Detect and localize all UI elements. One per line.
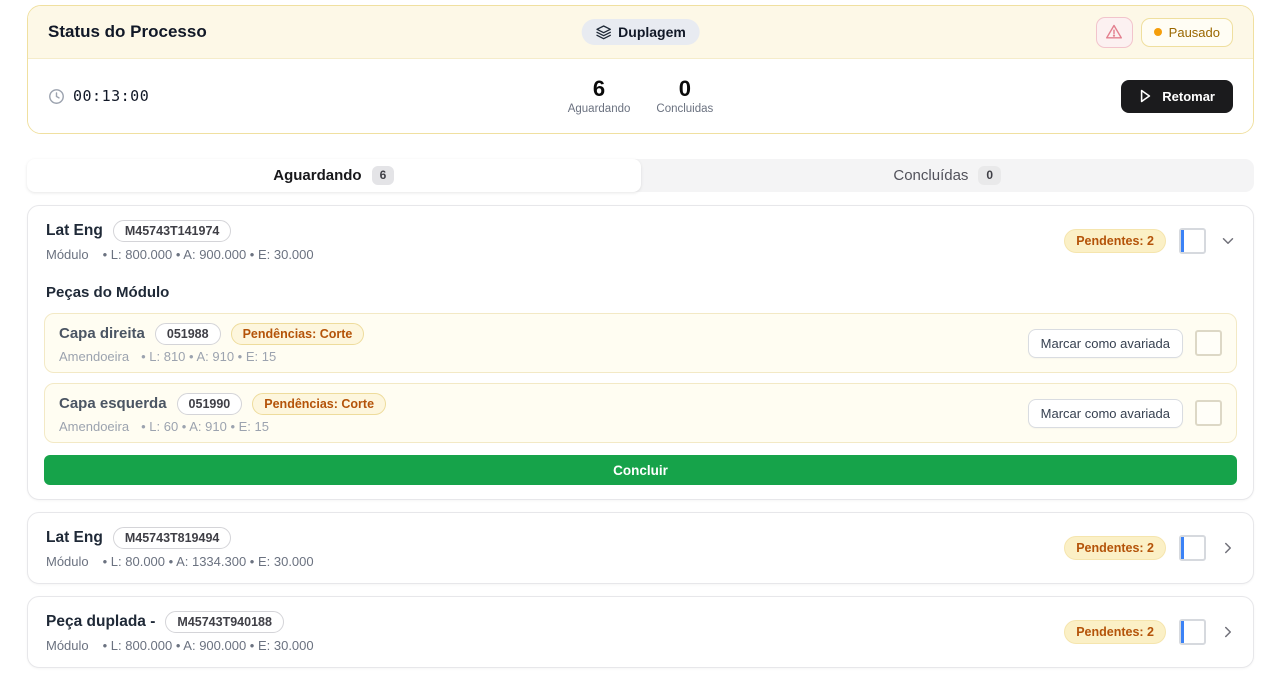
paused-dot-icon [1154, 28, 1162, 36]
module-dims: • L: 800.000 • A: 900.000 • E: 30.000 [103, 638, 314, 653]
piece-id-badge: 051990 [177, 393, 243, 415]
piece-title: Capa direita [59, 325, 145, 342]
tab-aguardando-label: Aguardando [273, 167, 361, 184]
module-type: Módulo [46, 554, 89, 569]
play-icon [1139, 89, 1152, 103]
piece-info: Capa esquerda 051990 Pendências: Corte A… [59, 393, 386, 434]
module-type: Módulo [46, 638, 89, 653]
module-info: Peça duplada - M45743T940188 Módulo • L:… [44, 611, 314, 653]
module-id-badge: M45743T940188 [165, 611, 284, 633]
module-controls: Pendentes: 2 [1064, 619, 1237, 645]
piece-pendencias-badge: Pendências: Corte [231, 323, 365, 345]
pieces-section-title: Peças do Módulo [46, 284, 1237, 301]
stat-concluidas: 0 Concluidas [656, 77, 713, 115]
focus-caret [1181, 537, 1184, 559]
process-timer: 00:13:00 [48, 87, 149, 105]
module-info: Lat Eng M45743T141974 Módulo • L: 800.00… [44, 220, 314, 262]
piece-dimensions: Amendoeira • L: 810 • A: 910 • E: 15 [59, 349, 364, 364]
mark-damaged-button[interactable]: Marcar como avariada [1028, 399, 1183, 428]
tabstrip: Aguardando 6 Concluídas 0 [27, 159, 1254, 192]
piece-title: Capa esquerda [59, 395, 167, 412]
timer-value: 00:13:00 [73, 87, 149, 105]
module-card[interactable]: Lat Eng M45743T819494 Módulo • L: 80.000… [27, 512, 1254, 584]
stat-aguardando-value: 6 [568, 77, 631, 101]
module-id-badge: M45743T141974 [113, 220, 232, 242]
piece-pendencias-badge: Pendências: Corte [252, 393, 386, 415]
pending-badge: Pendentes: 2 [1064, 536, 1166, 560]
module-title: Peça duplada - [46, 613, 155, 631]
piece-dimensions: Amendoeira • L: 60 • A: 910 • E: 15 [59, 419, 386, 434]
stat-aguardando: 6 Aguardando [568, 77, 631, 115]
paused-label: Pausado [1169, 25, 1220, 40]
module-dims: • L: 800.000 • A: 900.000 • E: 30.000 [103, 247, 314, 262]
pending-badge: Pendentes: 2 [1064, 229, 1166, 253]
module-checkbox[interactable] [1179, 228, 1206, 254]
module-header[interactable]: Lat Eng M45743T141974 Módulo • L: 800.00… [44, 220, 1237, 262]
mark-damaged-button[interactable]: Marcar como avariada [1028, 329, 1183, 358]
module-controls: Pendentes: 2 [1064, 535, 1237, 561]
layers-icon [595, 24, 611, 40]
tab-concluidas-label: Concluídas [893, 167, 968, 184]
module-card[interactable]: Peça duplada - M45743T940188 Módulo • L:… [27, 596, 1254, 668]
piece-controls: Marcar como avariada [1028, 329, 1222, 358]
module-checkbox[interactable] [1179, 619, 1206, 645]
tab-aguardando-count: 6 [372, 166, 395, 184]
chevron-down-icon[interactable] [1219, 232, 1237, 250]
module-dims: • L: 80.000 • A: 1334.300 • E: 30.000 [103, 554, 314, 569]
module-dimensions: Módulo • L: 800.000 • A: 900.000 • E: 30… [46, 247, 314, 262]
focus-caret [1181, 230, 1184, 252]
process-page: Status do Processo Duplagem [0, 0, 1281, 668]
piece-dims: • L: 810 • A: 910 • E: 15 [141, 349, 276, 364]
piece-row: Capa direita 051988 Pendências: Corte Am… [44, 313, 1237, 373]
resume-label: Retomar [1162, 89, 1215, 104]
clock-icon [48, 88, 65, 105]
chevron-right-icon[interactable] [1219, 623, 1237, 641]
process-type-pill: Duplagem [581, 19, 700, 45]
module-id-badge: M45743T819494 [113, 527, 232, 549]
module-controls: Pendentes: 2 [1064, 228, 1237, 254]
page-title: Status do Processo [48, 22, 207, 42]
tab-concluidas-count: 0 [978, 166, 1001, 184]
pending-badge: Pendentes: 2 [1064, 620, 1166, 644]
warning-button[interactable] [1096, 17, 1133, 48]
module-info: Lat Eng M45743T819494 Módulo • L: 80.000… [44, 527, 314, 569]
module-checkbox[interactable] [1179, 535, 1206, 561]
stat-concluidas-label: Concluidas [656, 103, 713, 115]
module-card-expanded: Lat Eng M45743T141974 Módulo • L: 800.00… [27, 205, 1254, 500]
status-header-actions: Pausado [1096, 17, 1233, 48]
stat-aguardando-label: Aguardando [568, 103, 631, 115]
module-dimensions: Módulo • L: 80.000 • A: 1334.300 • E: 30… [46, 554, 314, 569]
process-stats: 6 Aguardando 0 Concluidas [568, 77, 714, 115]
module-title: Lat Eng [46, 529, 103, 547]
module-title: Lat Eng [46, 222, 103, 240]
piece-checkbox[interactable] [1195, 400, 1222, 426]
status-card-header: Status do Processo Duplagem [28, 6, 1253, 59]
resume-button[interactable]: Retomar [1121, 80, 1233, 113]
chevron-right-icon[interactable] [1219, 539, 1237, 557]
tab-concluidas[interactable]: Concluídas 0 [641, 159, 1255, 192]
process-type-label: Duplagem [618, 24, 686, 40]
complete-button[interactable]: Concluir [44, 455, 1237, 485]
piece-material: Amendoeira [59, 349, 129, 364]
piece-id-badge: 051988 [155, 323, 221, 345]
module-type: Módulo [46, 247, 89, 262]
status-card: Status do Processo Duplagem [27, 5, 1254, 134]
piece-row: Capa esquerda 051990 Pendências: Corte A… [44, 383, 1237, 443]
focus-caret [1181, 621, 1184, 643]
warning-triangle-icon [1105, 24, 1123, 40]
piece-material: Amendoeira [59, 419, 129, 434]
piece-info: Capa direita 051988 Pendências: Corte Am… [59, 323, 364, 364]
status-badge: Pausado [1141, 18, 1233, 47]
stat-concluidas-value: 0 [656, 77, 713, 101]
piece-dims: • L: 60 • A: 910 • E: 15 [141, 419, 269, 434]
tab-aguardando[interactable]: Aguardando 6 [27, 159, 641, 192]
status-card-body: 00:13:00 6 Aguardando 0 Concluidas [28, 59, 1253, 133]
module-dimensions: Módulo • L: 800.000 • A: 900.000 • E: 30… [46, 638, 314, 653]
piece-checkbox[interactable] [1195, 330, 1222, 356]
piece-controls: Marcar como avariada [1028, 399, 1222, 428]
